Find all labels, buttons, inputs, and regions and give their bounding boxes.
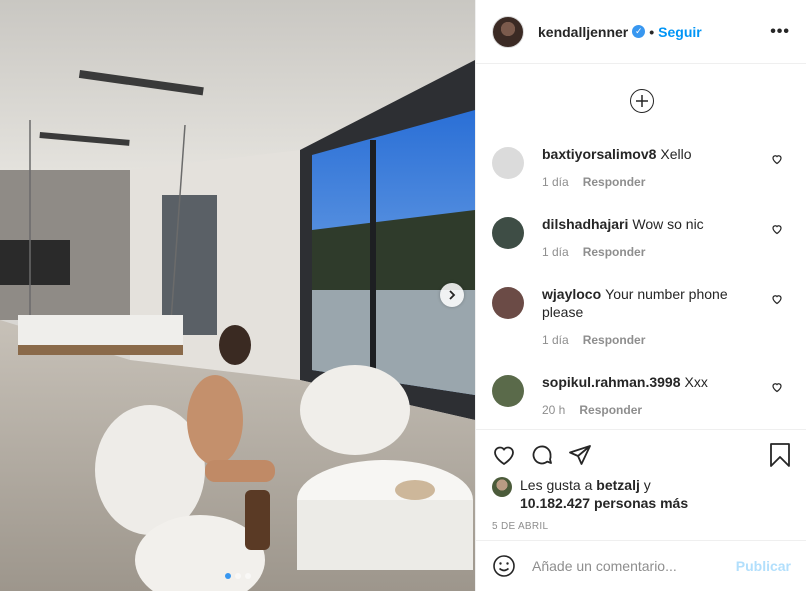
chevron-right-icon [449,290,456,300]
comment-time[interactable]: 1 día [542,175,569,189]
comment-time[interactable]: 1 día [542,333,569,347]
comment-input[interactable] [532,558,736,574]
carousel-dot [244,573,251,579]
like-comment-icon[interactable] [771,223,783,235]
carousel-dot [234,573,241,579]
comments-list[interactable]: baxtiyorsalimov8 Xello 1 día Responder dil… [476,65,806,429]
comment-time[interactable]: 20 h [542,403,565,417]
likes-summary: Les gusta a betzalj y 10.182.427 persona… [492,476,791,512]
reply-button[interactable]: Responder [583,333,646,347]
post-header: kendalljenner ✓ • Seguir ••• [476,0,806,64]
comment-text: Wow so nic [632,216,704,232]
load-more-comments [476,65,806,137]
interior-photo [0,0,475,591]
publish-button[interactable]: Publicar [736,558,791,574]
post-photo[interactable] [0,0,475,591]
commenter-avatar[interactable] [492,147,524,179]
comment-item: sopikul.rahman.3998 Xxx 20 h Responder [476,365,806,429]
commenter-avatar[interactable] [492,375,524,407]
plus-icon [635,95,648,107]
reply-button[interactable]: Responder [583,175,646,189]
like-comment-icon[interactable] [771,293,783,305]
comment-time[interactable]: 1 día [542,245,569,259]
liker-username[interactable]: betzalj [596,477,640,493]
comment-text: Xxx [684,374,708,390]
like-icon[interactable] [492,443,516,467]
like-comment-icon[interactable] [771,381,783,393]
likes-count[interactable]: 10.182.427 personas más [520,495,688,511]
commenter-username[interactable]: dilshadhajari [542,216,628,232]
like-comment-icon[interactable] [771,153,783,165]
comment-text: Xello [660,146,692,162]
next-image-button[interactable] [440,283,464,307]
header-separator: • [649,23,655,40]
reply-button[interactable]: Responder [579,403,642,417]
add-comment-bar: Publicar [476,540,806,591]
load-more-comments-button[interactable] [629,89,654,113]
comment-icon[interactable] [530,443,554,467]
post-date[interactable]: 5 DE ABRIL [492,521,791,532]
liker-avatar[interactable] [492,477,512,497]
post-actions: Les gusta a betzalj y 10.182.427 persona… [476,429,806,532]
commenter-username[interactable]: sopikul.rahman.3998 [542,374,681,390]
author-avatar[interactable] [492,15,524,48]
bookmark-icon[interactable] [769,443,791,467]
reply-button[interactable]: Responder [583,245,646,259]
follow-button[interactable]: Seguir [658,24,702,40]
post-detail-panel: kendalljenner ✓ • Seguir ••• baxtiyorsal… [475,0,806,591]
verified-badge-icon: ✓ [632,25,646,38]
emoji-icon[interactable] [492,554,516,578]
commenter-username[interactable]: wjayloco [542,286,601,302]
commenter-avatar[interactable] [492,287,524,319]
share-icon[interactable] [568,443,592,467]
commenter-avatar[interactable] [492,217,524,249]
likes-mid: y [639,477,651,493]
comment-item: wjayloco Your number phone please 1 día Re… [476,277,806,365]
carousel-dot [224,573,231,579]
more-options-icon[interactable]: ••• [770,23,790,41]
commenter-username[interactable]: baxtiyorsalimov8 [542,146,656,162]
likes-prefix: Les gusta a [520,477,597,493]
author-username[interactable]: kendalljenner [538,24,628,40]
carousel-indicator [0,573,475,579]
comment-item: baxtiyorsalimov8 Xello 1 día Responder [476,137,806,207]
comment-item: dilshadhajari Wow so nic 1 día Responder [476,207,806,277]
